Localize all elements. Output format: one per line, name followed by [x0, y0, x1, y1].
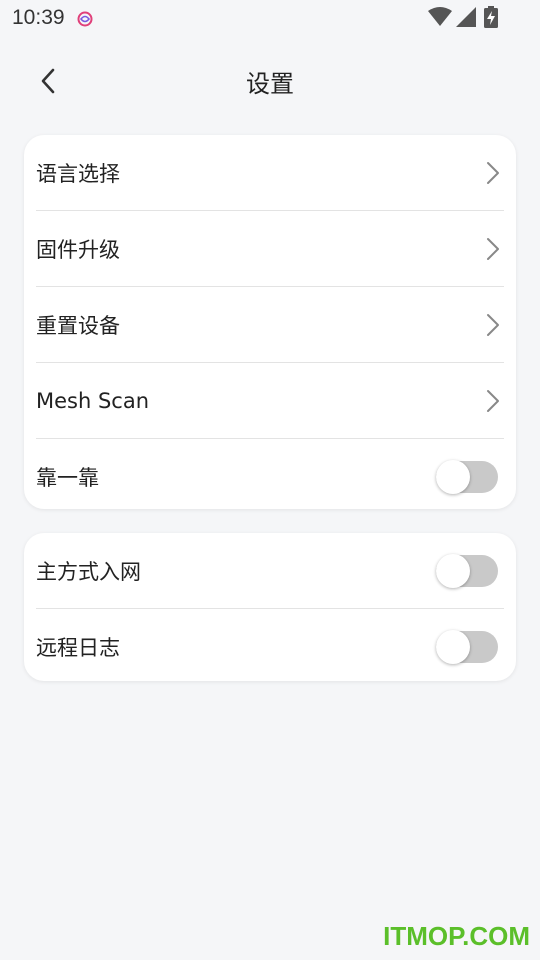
settings-item-remote-log: 远程日志 — [36, 609, 504, 684]
signal-icon — [456, 7, 476, 27]
settings-item-mesh-scan[interactable]: Mesh Scan — [36, 363, 504, 439]
settings-item-label: 语言选择 — [36, 161, 120, 186]
primary-provisioning-toggle[interactable] — [436, 553, 498, 588]
chevron-right-icon — [487, 389, 499, 412]
settings-item-label: 主方式入网 — [36, 559, 141, 584]
settings-item-label: 靠一靠 — [36, 465, 99, 490]
toggle-knob — [436, 459, 470, 494]
wifi-icon — [428, 7, 452, 26]
watermark: ITMOP.COM — [383, 921, 530, 951]
header: 设置 — [0, 56, 540, 106]
chevron-right-icon — [487, 237, 499, 260]
settings-item-language[interactable]: 语言选择 — [36, 135, 504, 211]
settings-item-reset-device[interactable]: 重置设备 — [36, 287, 504, 363]
toggle-knob — [436, 629, 470, 664]
notification-app-icon — [77, 11, 93, 27]
settings-group-secondary: 主方式入网 远程日志 — [24, 533, 516, 681]
settings-item-label: 远程日志 — [36, 635, 120, 660]
page-title: 设置 — [246, 70, 294, 98]
chevron-right-icon — [487, 161, 499, 184]
settings-item-label: Mesh Scan — [36, 388, 150, 413]
settings-item-firmware-upgrade[interactable]: 固件升级 — [36, 211, 504, 287]
tap-to-pair-toggle[interactable] — [436, 459, 498, 494]
status-time: 10:39 — [12, 6, 65, 29]
status-bar: 10:39 — [0, 0, 540, 36]
settings-group-primary: 语言选择 固件升级 重置设备 Mesh Scan 靠一靠 — [24, 135, 516, 509]
settings-item-tap-to-pair: 靠一靠 — [36, 439, 504, 514]
battery-charging-icon — [484, 6, 498, 28]
toggle-knob — [436, 553, 470, 588]
settings-item-label: 固件升级 — [36, 237, 120, 262]
remote-log-toggle[interactable] — [436, 629, 498, 664]
settings-item-label: 重置设备 — [36, 313, 120, 338]
chevron-right-icon — [487, 313, 499, 336]
settings-item-primary-provisioning: 主方式入网 — [36, 533, 504, 609]
